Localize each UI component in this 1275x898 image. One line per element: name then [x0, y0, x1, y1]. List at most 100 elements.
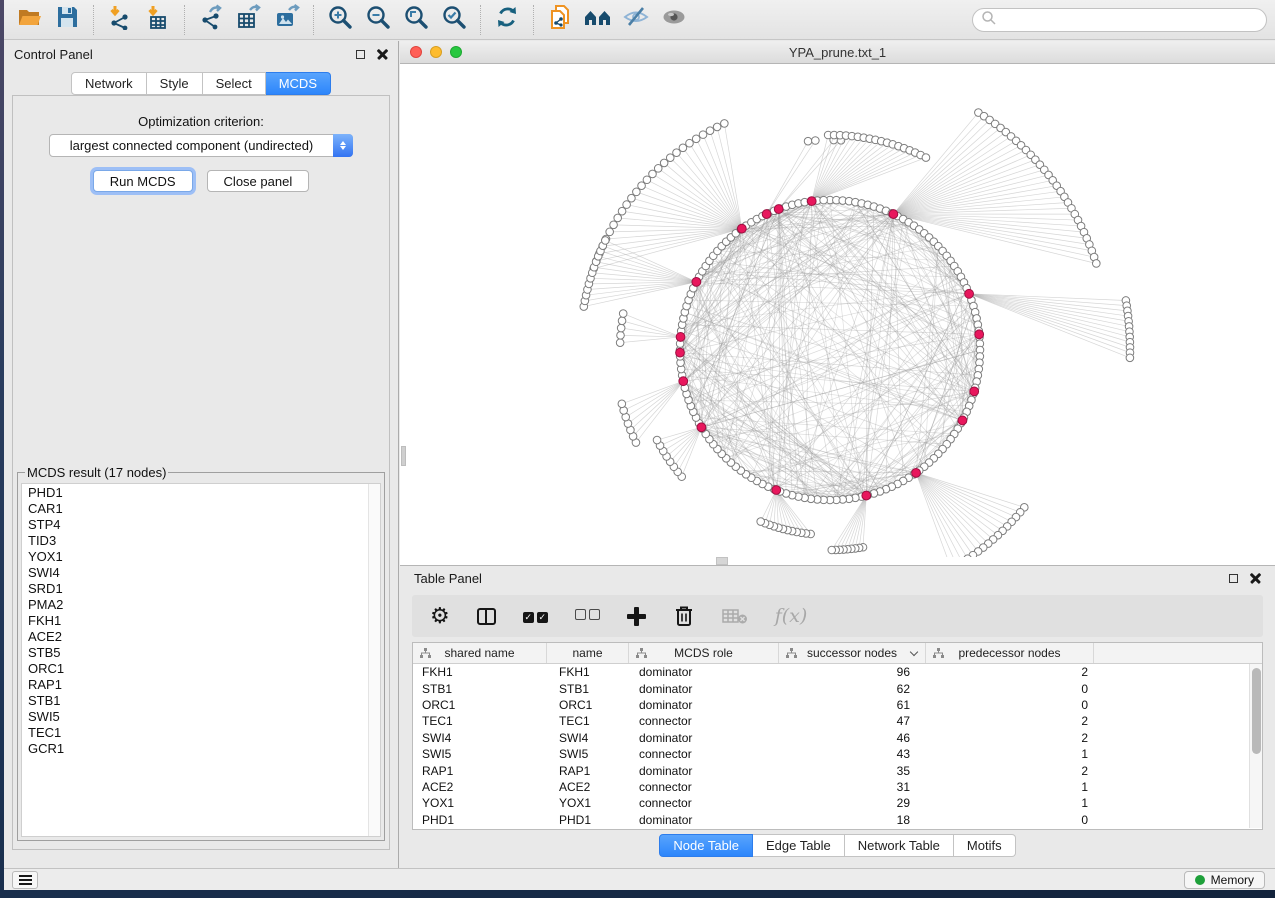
show-all-button[interactable] — [655, 4, 693, 36]
network-window: YPA_prune.txt_1 — [400, 41, 1275, 565]
table-row[interactable]: SWI4SWI4dominator462 — [413, 730, 1262, 746]
criterion-select[interactable]: largest connected component (undirected) — [49, 134, 353, 157]
column-header-predecessor-nodes[interactable]: predecessor nodes — [926, 643, 1094, 663]
tab-select[interactable]: Select — [203, 72, 266, 95]
tab-mcds[interactable]: MCDS — [266, 72, 331, 95]
memory-button[interactable]: Memory — [1184, 871, 1265, 889]
hide-selected-button[interactable] — [617, 4, 655, 36]
trash-icon — [673, 604, 695, 628]
table-tab-motifs[interactable]: Motifs — [954, 834, 1016, 857]
function-builder-button-disabled: f(x) — [775, 605, 808, 627]
mcds-result-item[interactable]: STB5 — [28, 645, 380, 661]
run-mcds-button[interactable]: Run MCDS — [93, 170, 193, 192]
create-column-button[interactable] — [627, 607, 646, 626]
mcds-result-item[interactable]: YOX1 — [28, 549, 380, 565]
zoom-fit-button[interactable] — [397, 4, 435, 36]
export-image-button[interactable] — [268, 4, 306, 36]
export-table-button[interactable] — [230, 4, 268, 36]
mcds-result-list[interactable]: PHD1CAR1STP4TID3YOX1SWI4SRD1PMA2FKH1ACE2… — [21, 483, 381, 837]
task-history-button[interactable] — [12, 871, 38, 889]
mcds-result-item[interactable]: FKH1 — [28, 613, 380, 629]
export-table-icon — [236, 4, 262, 35]
mcds-result-item[interactable]: SRD1 — [28, 581, 380, 597]
table-row[interactable]: YOX1YOX1connector291 — [413, 795, 1262, 811]
shared-column-icon — [786, 648, 797, 662]
table-cell: 0 — [926, 682, 1094, 696]
list-scrollbar[interactable] — [368, 484, 380, 836]
delete-table-icon — [722, 607, 748, 625]
mcds-result-item[interactable]: STP4 — [28, 517, 380, 533]
toolbar-separator — [313, 5, 314, 35]
network-graph[interactable] — [400, 64, 1275, 557]
network-titlebar[interactable]: YPA_prune.txt_1 — [400, 41, 1275, 64]
table-row[interactable]: PHD1PHD1dominator180 — [413, 812, 1262, 828]
export-network-button[interactable] — [192, 4, 230, 36]
refresh-button[interactable] — [488, 4, 526, 36]
mcds-result-legend: MCDS result (17 nodes) — [25, 465, 168, 480]
table-row[interactable]: SWI5SWI5connector431 — [413, 746, 1262, 762]
import-table-button[interactable] — [139, 4, 177, 36]
delete-columns-button[interactable] — [673, 604, 695, 628]
mcds-result-item[interactable]: TEC1 — [28, 725, 380, 741]
table-scrollbar[interactable] — [1249, 664, 1262, 828]
mcds-result-item[interactable]: PMA2 — [28, 597, 380, 613]
splitter-grip[interactable] — [716, 557, 728, 565]
duplicate-network-button[interactable] — [541, 4, 579, 36]
mcds-result-item[interactable]: ORC1 — [28, 661, 380, 677]
save-session-button[interactable] — [48, 4, 86, 36]
network-title: YPA_prune.txt_1 — [400, 45, 1275, 60]
tab-style[interactable]: Style — [147, 72, 203, 95]
memory-label: Memory — [1211, 873, 1254, 887]
show-columns-button[interactable] — [477, 608, 496, 625]
mcds-result-item[interactable]: SWI5 — [28, 709, 380, 725]
table-row[interactable]: ACE2ACE2connector311 — [413, 779, 1262, 795]
import-network-button[interactable] — [101, 4, 139, 36]
minimize-window-icon[interactable] — [430, 46, 442, 58]
column-header-name[interactable]: name — [547, 643, 629, 663]
deselect-all-rows-button[interactable] — [575, 607, 600, 625]
zoom-out-button[interactable] — [359, 4, 397, 36]
hide-eye-icon — [622, 4, 650, 35]
close-panel-button[interactable]: Close panel — [207, 170, 310, 192]
mcds-result-item[interactable]: GCR1 — [28, 741, 380, 757]
zoom-selected-button[interactable] — [435, 4, 473, 36]
column-header-successor-nodes[interactable]: successor nodes — [779, 643, 926, 663]
close-panel-icon[interactable] — [377, 49, 388, 60]
select-all-rows-button[interactable]: ✓✓ — [523, 607, 548, 625]
table-tab-network-table[interactable]: Network Table — [845, 834, 954, 857]
table-settings-button[interactable]: ⚙ — [430, 605, 450, 627]
mcds-result-item[interactable]: RAP1 — [28, 677, 380, 693]
open-file-button[interactable] — [10, 4, 48, 36]
float-panel-icon[interactable] — [356, 50, 365, 59]
search-input[interactable] — [972, 8, 1267, 32]
mcds-result-item[interactable]: SWI4 — [28, 565, 380, 581]
sort-chevron-icon[interactable] — [911, 649, 918, 656]
column-header-empty — [1094, 643, 1262, 663]
table-row[interactable]: ORC1ORC1dominator610 — [413, 697, 1262, 713]
column-header-shared-name[interactable]: shared name — [413, 643, 547, 663]
table-row[interactable]: TEC1TEC1connector472 — [413, 713, 1262, 729]
canvas-scrollbar[interactable] — [400, 64, 407, 565]
float-table-panel-icon[interactable] — [1229, 574, 1238, 583]
column-header-MCDS-role[interactable]: MCDS role — [629, 643, 779, 663]
network-canvas[interactable] — [400, 64, 1275, 565]
close-table-panel-icon[interactable] — [1250, 573, 1261, 584]
mcds-result-item[interactable]: PHD1 — [28, 485, 380, 501]
table-tab-node-table[interactable]: Node Table — [659, 834, 753, 857]
table-row[interactable]: STB1STB1dominator620 — [413, 680, 1262, 696]
tab-network[interactable]: Network — [71, 72, 147, 95]
mcds-result-item[interactable]: CAR1 — [28, 501, 380, 517]
mcds-tab-content: Optimization criterion: largest connecte… — [12, 95, 390, 850]
table-cell: dominator — [629, 764, 779, 778]
table-row[interactable]: FKH1FKH1dominator962 — [413, 664, 1262, 680]
mcds-result-item[interactable]: STB1 — [28, 693, 380, 709]
table-row[interactable]: RAP1RAP1dominator352 — [413, 762, 1262, 778]
first-neighbors-button[interactable] — [579, 4, 617, 36]
mcds-result-item[interactable]: ACE2 — [28, 629, 380, 645]
table-tab-edge-table[interactable]: Edge Table — [753, 834, 845, 857]
toolbar-separator — [184, 5, 185, 35]
zoom-in-button[interactable] — [321, 4, 359, 36]
close-window-icon[interactable] — [410, 46, 422, 58]
maximize-window-icon[interactable] — [450, 46, 462, 58]
mcds-result-item[interactable]: TID3 — [28, 533, 380, 549]
